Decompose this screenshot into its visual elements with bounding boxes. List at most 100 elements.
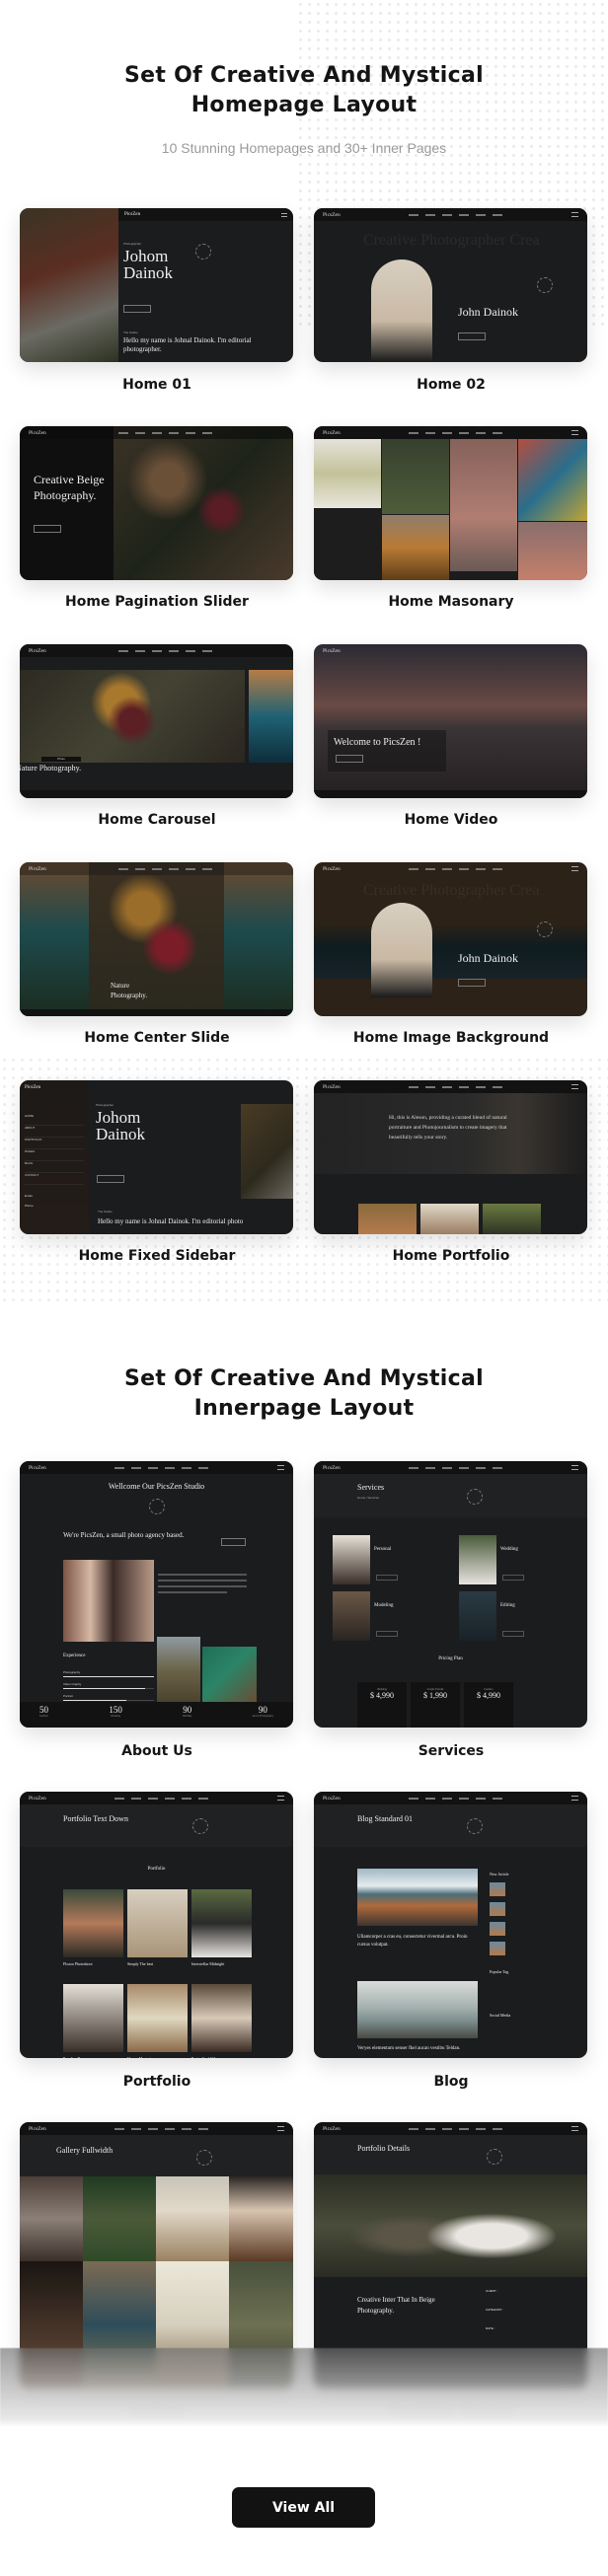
stat-value: 90 — [258, 1705, 267, 1715]
article-thumb[interactable] — [490, 1882, 505, 1896]
view-profile-button[interactable] — [97, 1175, 124, 1183]
carousel-photo — [20, 670, 245, 763]
card-home-video[interactable]: PicsZen Welcome to PicsZen ! — [314, 644, 587, 798]
card-home-01[interactable]: PicsZen Photographer Johom Dainok The St… — [20, 208, 293, 362]
article-thumb[interactable] — [490, 1902, 505, 1916]
skill-fill — [63, 1700, 127, 1701]
appointment-button[interactable] — [376, 1631, 398, 1637]
label-home-video[interactable]: Home Video — [313, 812, 589, 828]
label-portfolio[interactable]: Portfolio — [19, 2074, 295, 2090]
card-home-portfolio[interactable]: PicsZen Hi, this is Aleson, providing a … — [314, 1080, 587, 1234]
view-portfolio-button[interactable] — [34, 525, 61, 533]
sidebar-nav-item[interactable]: HOME — [25, 1114, 84, 1126]
label-home-masonary[interactable]: Home Masonary — [313, 594, 589, 610]
badge-stamp — [195, 244, 211, 259]
page-title: Services — [357, 1483, 385, 1492]
menu-icon[interactable] — [570, 2126, 578, 2131]
card-home-02[interactable]: PicsZen Creative Photographer Crea John … — [314, 208, 587, 362]
sidebar-nav-item[interactable]: ABOUT — [25, 1126, 84, 1138]
wedding-photo — [314, 2174, 587, 2277]
menu-icon[interactable] — [276, 2126, 284, 2131]
section-title: Portfolio — [147, 1867, 166, 1872]
label-home-image-background[interactable]: Home Image Background — [313, 1030, 589, 1046]
menu-icon[interactable] — [570, 1084, 578, 1089]
card-home-center-slide[interactable]: PicsZen Nature Photography. — [20, 862, 293, 1016]
brand-logo: PicsZen — [323, 865, 341, 872]
appointment-button[interactable] — [221, 1538, 246, 1546]
page-title: Blog Standard 01 — [357, 1814, 413, 1823]
card-home-masonary[interactable]: PicsZen — [314, 426, 587, 580]
badge-stamp — [537, 277, 553, 293]
skill-row: Photography — [63, 1670, 154, 1682]
brand-logo: PicsZen — [323, 647, 341, 654]
side-photo — [20, 862, 89, 1016]
stat-label: Event Photography — [252, 1715, 273, 1718]
carousel-photo-next — [249, 670, 293, 763]
label-home-portfolio[interactable]: Home Portfolio — [313, 1248, 589, 1264]
label-home-pagination-slider[interactable]: Home Pagination Slider — [19, 594, 295, 610]
label-about-us[interactable]: About Us — [19, 1743, 295, 1759]
menu-icon[interactable] — [570, 212, 578, 217]
hero-title: Creative Beige Photography. — [34, 473, 105, 502]
innerpages-title: Set Of Creative And Mystical Innerpage L… — [124, 1366, 484, 1421]
card-about-us[interactable]: PicsZen Wellcome Our PicsZen Studio We'r… — [20, 1461, 293, 1728]
blog-post-title: Veryes elementum senser fkel aucan vesti… — [357, 2046, 461, 2051]
masonry-photo — [314, 509, 381, 580]
view-portfolio-button[interactable] — [336, 755, 363, 763]
label-home-carousel[interactable]: Home Carousel — [19, 812, 295, 828]
menu-icon[interactable] — [276, 1465, 284, 1470]
hero-name: Johom Dainok — [123, 247, 174, 282]
label-home-center-slide[interactable]: Home Center Slide — [19, 1030, 295, 1046]
view-profile-button[interactable] — [123, 305, 151, 313]
sidebar-nav-item[interactable]: PAGES — [25, 1149, 84, 1161]
card-services[interactable]: PicsZen Services Home / Services Persona… — [314, 1461, 587, 1728]
card-home-carousel[interactable]: PicsZen Photo Nature Photography. — [20, 644, 293, 798]
view-profile-button[interactable] — [458, 332, 486, 340]
label-home-fixed-sidebar[interactable]: Home Fixed Sidebar — [19, 1248, 295, 1264]
card-portfolio[interactable]: PicsZen Portfolio Text Down Portfolio Fl… — [20, 1792, 293, 2058]
experience-title: Experience — [63, 1654, 86, 1658]
sidebar-nav-item[interactable]: PORTFOLIO — [25, 1138, 84, 1149]
card-home-fixed-sidebar[interactable]: PicsZen HOME ABOUT PORTFOLIO PAGES BLOG CONTA… — [20, 1080, 293, 1234]
appointment-button[interactable] — [376, 1575, 398, 1581]
card-home-pagination-slider[interactable]: PicsZen Creative Beige Photography. — [20, 426, 293, 580]
page-title: Gallery Fullwidth — [56, 2146, 114, 2155]
brand-logo: PicsZen — [124, 212, 141, 217]
page-title: Portfolio Details — [357, 2144, 411, 2153]
skill-name: Portrait — [63, 1694, 73, 1698]
label-home-01[interactable]: Home 01 — [19, 377, 295, 393]
masonry-photo — [518, 522, 587, 580]
menu-icon[interactable] — [570, 1796, 578, 1801]
menu-icon[interactable] — [570, 1465, 578, 1470]
label-blog[interactable]: Blog — [313, 2074, 589, 2090]
backdrop-text: Creative Photographer Crea — [363, 232, 540, 249]
article-thumb[interactable] — [490, 1942, 505, 1955]
details-headline: Creative Inter That In Beige Photography… — [357, 2296, 435, 2315]
bottom-fade-overlay — [0, 2348, 608, 2427]
card-home-image-background[interactable]: PicsZen Creative Photographer Crea John … — [314, 862, 587, 1016]
sidebar-nav-item[interactable]: BLOG — [25, 1161, 84, 1173]
label-services[interactable]: Services — [313, 1743, 589, 1759]
label-home-02[interactable]: Home 02 — [313, 377, 589, 393]
badge-stamp — [149, 1499, 165, 1514]
sidebar-nav-item[interactable]: CONTACT — [25, 1173, 84, 1185]
brand-logo: PicsZen — [323, 1464, 341, 1471]
portfolio-photo — [191, 1889, 252, 1957]
portfolio-thumb — [358, 1204, 417, 1234]
menu-icon[interactable] — [276, 1796, 284, 1801]
article-thumb[interactable] — [490, 1922, 505, 1936]
masonry-photo — [382, 515, 449, 580]
menu-icon[interactable] — [570, 866, 578, 871]
plan-price: $ 4,990 — [370, 1691, 394, 1700]
stat-label: Fashion — [39, 1715, 48, 1718]
view-profile-button[interactable] — [458, 979, 486, 987]
appointment-button[interactable] — [502, 1631, 524, 1637]
card-blog[interactable]: PicsZen Blog Standard 01 Ullamcorper a c… — [314, 1792, 587, 2058]
arch-photo — [371, 903, 432, 997]
gallery-photo — [229, 2176, 293, 2261]
sidebar-section-title: New Article — [490, 1872, 509, 1877]
menu-icon[interactable] — [281, 212, 287, 217]
appointment-button[interactable] — [502, 1575, 524, 1581]
menu-icon[interactable] — [570, 430, 578, 435]
view-all-button[interactable]: View All — [232, 2487, 375, 2528]
